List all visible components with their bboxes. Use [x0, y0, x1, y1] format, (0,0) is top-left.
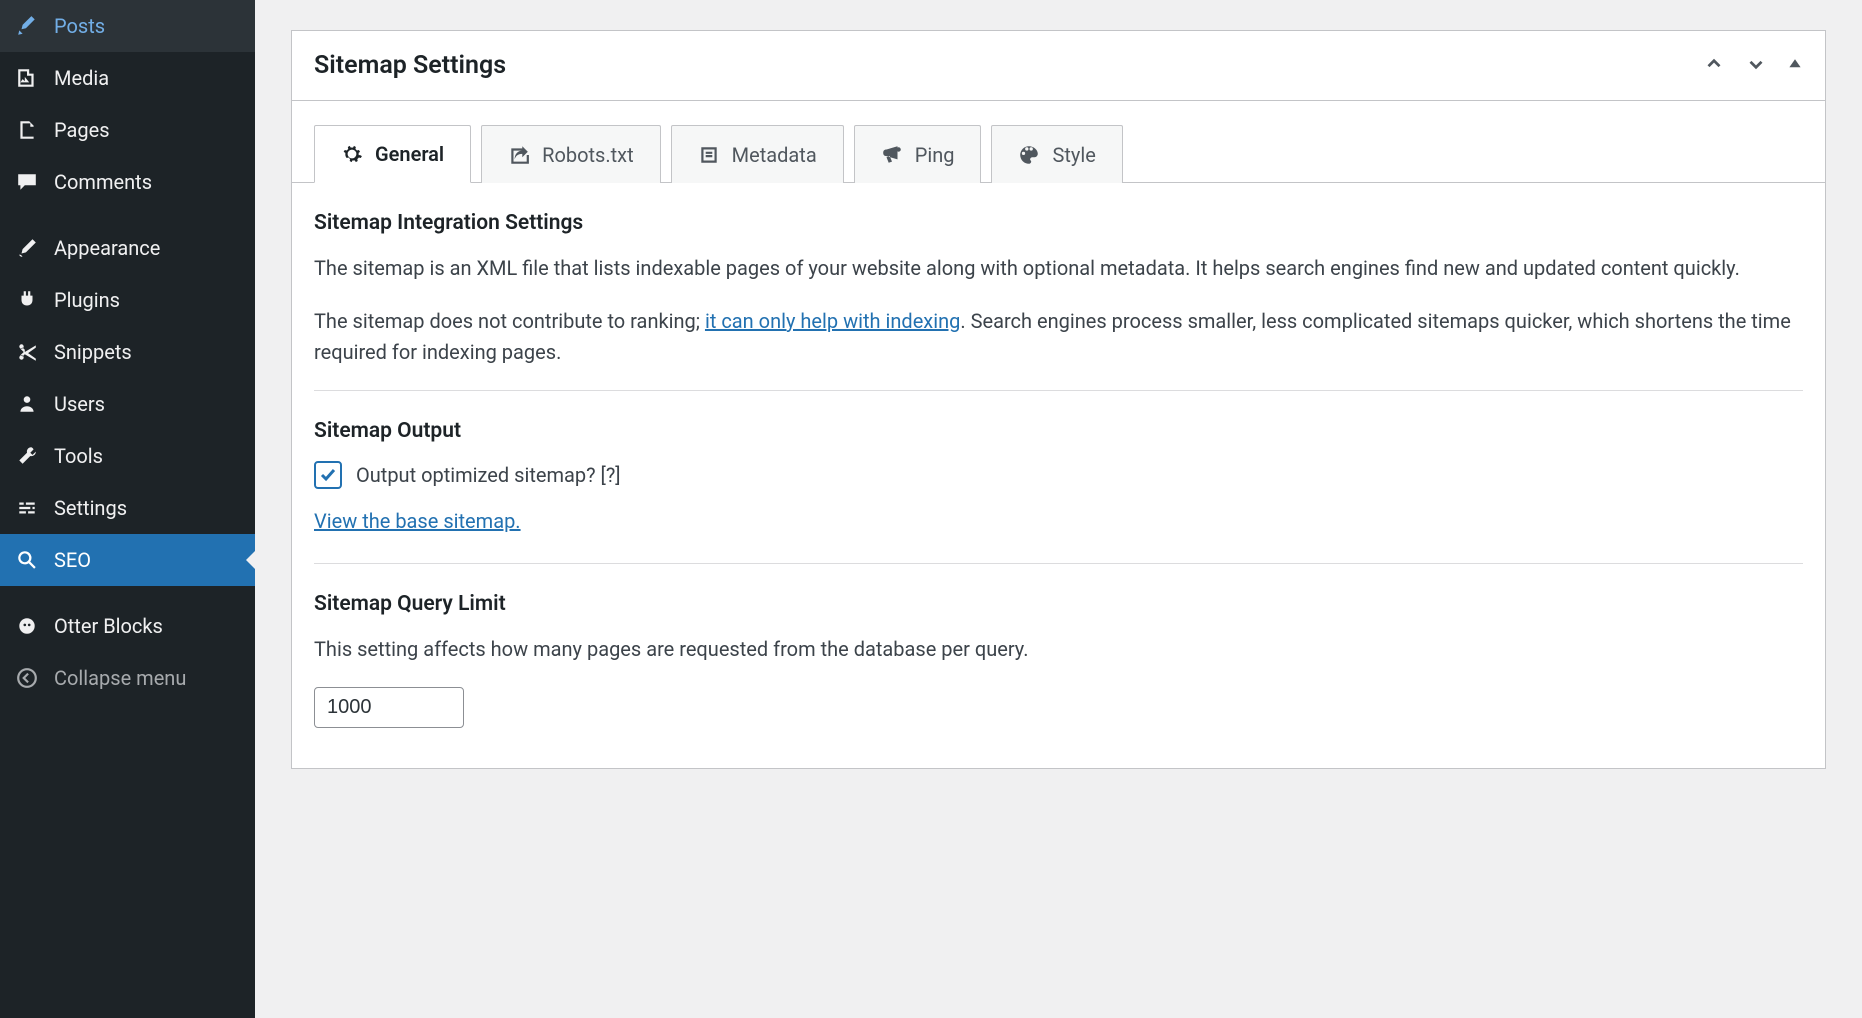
sidebar-item-label: Tools — [54, 444, 103, 468]
sidebar-item-seo[interactable]: SEO — [0, 534, 255, 586]
tab-label: Robots.txt — [542, 143, 634, 167]
tab-metadata[interactable]: Metadata — [671, 125, 844, 183]
panel-title: Sitemap Settings — [314, 51, 506, 80]
sidebar-item-posts[interactable]: Posts — [0, 0, 255, 52]
main-content: Sitemap Settings General — [255, 0, 1862, 1018]
brush-icon — [16, 237, 38, 259]
text-fragment: The sitemap does not contribute to ranki… — [314, 309, 705, 333]
pushpin-icon — [16, 15, 38, 37]
settings-panel: Sitemap Settings General — [291, 30, 1826, 769]
sidebar-item-settings[interactable]: Settings — [0, 482, 255, 534]
panel-controls — [1703, 53, 1803, 79]
admin-sidebar: Posts Media Pages Comments Appearance Pl… — [0, 0, 255, 1018]
sidebar-item-label: Snippets — [54, 340, 132, 364]
palette-icon — [1018, 144, 1040, 166]
gear-icon — [341, 143, 363, 165]
search-icon — [16, 549, 38, 571]
panel-up-button[interactable] — [1703, 53, 1725, 79]
panel-toggle-button[interactable] — [1787, 56, 1803, 76]
sidebar-item-comments[interactable]: Comments — [0, 156, 255, 208]
sliders-icon — [16, 497, 38, 519]
output-checkbox-row: Output optimized sitemap? [?] — [314, 461, 1803, 489]
sidebar-item-media[interactable]: Media — [0, 52, 255, 104]
sidebar-item-label: Pages — [54, 118, 110, 142]
sidebar-item-snippets[interactable]: Snippets — [0, 326, 255, 378]
tabs: General Robots.txt Metadata Ping — [292, 101, 1825, 183]
otter-icon — [16, 615, 38, 637]
panel-down-button[interactable] — [1745, 53, 1767, 79]
section-title-query-limit: Sitemap Query Limit — [314, 592, 1803, 616]
sidebar-item-appearance[interactable]: Appearance — [0, 222, 255, 274]
document-icon — [698, 144, 720, 166]
tab-label: Metadata — [732, 143, 817, 167]
section-title-output: Sitemap Output — [314, 419, 1803, 443]
integration-paragraph-1: The sitemap is an XML file that lists in… — [314, 253, 1803, 284]
view-sitemap-link[interactable]: View the base sitemap. — [314, 509, 521, 533]
tab-label: Style — [1052, 143, 1095, 167]
collapse-icon — [16, 667, 38, 689]
megaphone-icon — [881, 144, 903, 166]
sidebar-item-otter-blocks[interactable]: Otter Blocks — [0, 600, 255, 652]
output-optimized-checkbox[interactable] — [314, 461, 342, 489]
sidebar-item-label: Posts — [54, 14, 105, 38]
tab-label: General — [375, 142, 444, 166]
tab-style[interactable]: Style — [991, 125, 1122, 183]
panel-header: Sitemap Settings — [292, 31, 1825, 101]
query-limit-description: This setting affects how many pages are … — [314, 634, 1803, 665]
sidebar-item-label: Users — [54, 392, 105, 416]
tab-label: Ping — [915, 143, 955, 167]
media-icon — [16, 67, 38, 89]
tab-general[interactable]: General — [314, 125, 471, 183]
query-limit-input[interactable] — [314, 687, 464, 728]
sidebar-item-label: Media — [54, 66, 109, 90]
tab-ping[interactable]: Ping — [854, 125, 982, 183]
sidebar-item-pages[interactable]: Pages — [0, 104, 255, 156]
sidebar-item-label: Collapse menu — [54, 666, 186, 690]
pages-icon — [16, 119, 38, 141]
sidebar-item-label: Settings — [54, 496, 127, 520]
sidebar-separator — [0, 586, 255, 600]
indexing-help-link[interactable]: it can only help with indexing — [705, 309, 960, 333]
plug-icon — [16, 289, 38, 311]
panel-body: Sitemap Integration Settings The sitemap… — [292, 183, 1825, 768]
comment-icon — [16, 171, 38, 193]
section-title-integration: Sitemap Integration Settings — [314, 211, 1803, 235]
divider — [314, 390, 1803, 391]
sidebar-item-plugins[interactable]: Plugins — [0, 274, 255, 326]
sidebar-item-tools[interactable]: Tools — [0, 430, 255, 482]
tab-robots[interactable]: Robots.txt — [481, 125, 661, 183]
divider — [314, 563, 1803, 564]
wrench-icon — [16, 445, 38, 467]
sidebar-separator — [0, 208, 255, 222]
sidebar-item-label: Comments — [54, 170, 152, 194]
scissors-icon — [16, 341, 38, 363]
integration-paragraph-2: The sitemap does not contribute to ranki… — [314, 306, 1803, 368]
sidebar-item-users[interactable]: Users — [0, 378, 255, 430]
sidebar-item-label: Otter Blocks — [54, 614, 163, 638]
sidebar-item-label: Appearance — [54, 236, 160, 260]
output-optimized-label: Output optimized sitemap? [?] — [356, 463, 621, 487]
sidebar-item-label: SEO — [54, 548, 91, 572]
user-icon — [16, 393, 38, 415]
sidebar-item-label: Plugins — [54, 288, 120, 312]
sidebar-item-collapse[interactable]: Collapse menu — [0, 652, 255, 704]
export-icon — [508, 144, 530, 166]
